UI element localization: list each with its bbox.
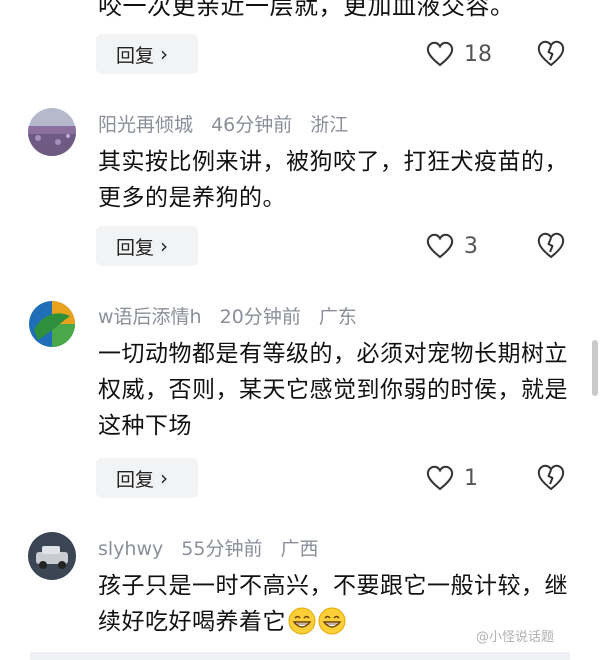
comment-actions: 回复 › 1 xyxy=(0,458,600,498)
chevron-right-icon: › xyxy=(160,466,169,490)
broken-heart-icon[interactable] xyxy=(536,38,566,68)
username[interactable]: 阳光再倾城 xyxy=(98,114,193,136)
comment-actions: 回复 › 3 xyxy=(0,226,600,266)
comment-meta: w语后添情h 20分钟前 广东 xyxy=(98,302,369,329)
comment-meta: 阳光再倾城 46分钟前 浙江 xyxy=(98,110,360,137)
reply-button[interactable]: 回复 › xyxy=(96,458,198,498)
lavender-field-avatar xyxy=(28,108,76,156)
comment-meta: slyhwy 55分钟前 广西 xyxy=(98,534,331,561)
reply-label: 回复 xyxy=(116,236,155,259)
username[interactable]: w语后添情h xyxy=(98,306,202,328)
timestamp: 46分钟前 xyxy=(211,114,293,136)
broken-heart-icon[interactable] xyxy=(536,230,566,260)
avatar[interactable] xyxy=(28,108,76,156)
reply-label: 回复 xyxy=(116,468,155,491)
location: 广东 xyxy=(318,306,357,328)
chevron-right-icon: › xyxy=(160,234,169,258)
toy-car-avatar xyxy=(28,532,76,580)
comment-text: 其实按比例来讲，被狗咬了，打狂犬疫苗的，更多的是养狗的。 xyxy=(98,149,568,211)
like-button[interactable]: 18 xyxy=(426,34,492,74)
like-count: 3 xyxy=(464,233,478,259)
reply-button[interactable]: 回复 › xyxy=(96,226,198,266)
timestamp: 55分钟前 xyxy=(181,538,263,560)
location: 广西 xyxy=(280,538,319,560)
timestamp: 20分钟前 xyxy=(219,306,301,328)
grinning-face-emoji xyxy=(318,607,346,635)
comment-actions: 回复 › 18 xyxy=(0,34,600,74)
heart-outline-icon xyxy=(426,41,454,67)
avatar[interactable] xyxy=(28,300,76,348)
bottom-divider xyxy=(30,652,570,660)
green-blue-orb-avatar xyxy=(28,300,76,348)
heart-outline-icon xyxy=(426,233,454,259)
like-button[interactable]: 1 xyxy=(426,458,478,498)
like-count: 1 xyxy=(464,465,478,491)
like-count: 18 xyxy=(464,41,492,67)
scrollbar[interactable] xyxy=(592,340,598,396)
heart-outline-icon xyxy=(426,465,454,491)
watermark: @小怪说话题 xyxy=(476,630,555,645)
reply-button[interactable]: 回复 › xyxy=(96,34,198,74)
reply-label: 回复 xyxy=(116,44,155,67)
partial-comment-text: 咬一次更亲近一层就，更加血液交容。 xyxy=(98,0,515,20)
grinning-face-emoji xyxy=(288,607,316,635)
chevron-right-icon: › xyxy=(160,42,169,66)
username[interactable]: slyhwy xyxy=(98,538,163,560)
comment-text: 一切动物都是有等级的，必须对宠物长期树立权威，否则，某天它感觉到你弱的时侯，就是… xyxy=(98,341,568,439)
broken-heart-icon[interactable] xyxy=(536,462,566,492)
location: 浙江 xyxy=(310,114,349,136)
avatar[interactable] xyxy=(28,532,76,580)
like-button[interactable]: 3 xyxy=(426,226,478,266)
